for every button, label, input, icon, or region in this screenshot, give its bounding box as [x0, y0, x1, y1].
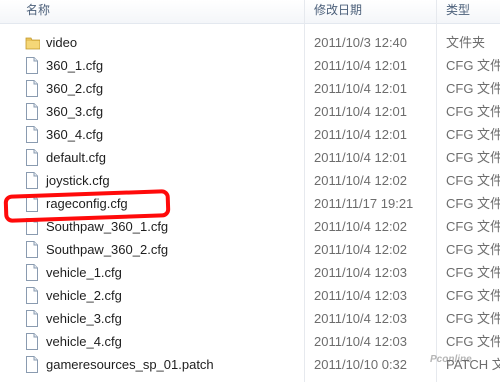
- file-row[interactable]: Southpaw_360_1.cfg 2011/10/4 12:02 CFG 文件: [0, 215, 500, 238]
- file-date-modified: 2011/10/4 12:01: [314, 150, 408, 165]
- column-header-date-modified[interactable]: 修改日期: [305, 0, 436, 23]
- file-date-modified: 2011/10/4 12:01: [314, 127, 408, 142]
- file-date-modified: 2011/10/4 12:02: [314, 173, 408, 188]
- file-name: vehicle_4.cfg: [46, 334, 122, 349]
- file-type: PATCH 文件: [446, 357, 500, 372]
- file-type: CFG 文件: [446, 173, 500, 188]
- file-type: CFG 文件: [446, 219, 500, 234]
- file-date-modified: 2011/10/4 12:02: [314, 219, 408, 234]
- file-name: rageconfig.cfg: [46, 196, 128, 211]
- file-row[interactable]: 360_2.cfg 2011/10/4 12:01 CFG 文件: [0, 77, 500, 100]
- file-date-modified: 2011/11/17 19:21: [314, 196, 414, 211]
- file-row[interactable]: vehicle_2.cfg 2011/10/4 12:03 CFG 文件: [0, 284, 500, 307]
- file-name: Southpaw_360_2.cfg: [46, 242, 169, 257]
- file-date-modified: 2011/10/4 12:01: [314, 58, 408, 73]
- file-date-modified: 2011/10/4 12:01: [314, 81, 408, 96]
- file-name: vehicle_3.cfg: [46, 311, 122, 326]
- file-name: vehicle_1.cfg: [46, 265, 122, 280]
- file-row[interactable]: vehicle_4.cfg 2011/10/4 12:03 CFG 文件: [0, 330, 500, 353]
- file-type: CFG 文件: [446, 242, 500, 257]
- file-row[interactable]: Southpaw_360_2.cfg 2011/10/4 12:02 CFG 文件: [0, 238, 500, 261]
- file-row[interactable]: joystick.cfg 2011/10/4 12:02 CFG 文件: [0, 169, 500, 192]
- file-name: 360_1.cfg: [46, 58, 104, 73]
- file-date-modified: 2011/10/4 12:02: [314, 242, 408, 257]
- file-type: 文件夹: [446, 35, 486, 50]
- file-name: video: [46, 35, 78, 50]
- file-date-modified: 2011/10/10 0:32: [314, 357, 408, 372]
- file-list: video 2011/10/3 12:40 文件夹 360_1.cfg 2011/10/…: [0, 31, 500, 376]
- file-date-modified: 2011/10/4 12:01: [314, 104, 408, 119]
- file-row[interactable]: video 2011/10/3 12:40 文件夹: [0, 31, 500, 54]
- file-date-modified: 2011/10/4 12:03: [314, 265, 408, 280]
- file-row[interactable]: 360_4.cfg 2011/10/4 12:01 CFG 文件: [0, 123, 500, 146]
- file-name: 360_3.cfg: [46, 104, 104, 119]
- file-type: CFG 文件: [446, 104, 500, 119]
- file-row[interactable]: 360_3.cfg 2011/10/4 12:01 CFG 文件: [0, 100, 500, 123]
- column-header-name[interactable]: 名称: [0, 0, 304, 23]
- file-row[interactable]: gameresources_sp_01.patch 2011/10/10 0:32…: [0, 353, 500, 376]
- file-date-modified: 2011/10/4 12:03: [314, 288, 408, 303]
- file-type: CFG 文件: [446, 288, 500, 303]
- file-date-modified: 2011/10/4 12:03: [314, 334, 408, 349]
- file-type: CFG 文件: [446, 334, 500, 349]
- file-type: CFG 文件: [446, 58, 500, 73]
- file-name: vehicle_2.cfg: [46, 288, 122, 303]
- file-name: 360_4.cfg: [46, 127, 104, 142]
- column-header-bar: 名称 修改日期 类型: [0, 0, 500, 24]
- file-row[interactable]: vehicle_1.cfg 2011/10/4 12:03 CFG 文件: [0, 261, 500, 284]
- file-row[interactable]: rageconfig.cfg 2011/11/17 19:21 CFG 文件: [0, 192, 500, 215]
- file-name: default.cfg: [46, 150, 106, 165]
- file-type: CFG 文件: [446, 127, 500, 142]
- column-header-type[interactable]: 类型: [437, 0, 500, 23]
- file-row[interactable]: default.cfg 2011/10/4 12:01 CFG 文件: [0, 146, 500, 169]
- file-name: joystick.cfg: [46, 173, 110, 188]
- file-type: CFG 文件: [446, 196, 500, 211]
- file-date-modified: 2011/10/3 12:40: [314, 35, 408, 50]
- file-date-modified: 2011/10/4 12:03: [314, 311, 408, 326]
- file-type: CFG 文件: [446, 81, 500, 96]
- file-name: gameresources_sp_01.patch: [46, 357, 214, 372]
- file-type: CFG 文件: [446, 265, 500, 280]
- file-row[interactable]: vehicle_3.cfg 2011/10/4 12:03 CFG 文件: [0, 307, 500, 330]
- file-type: CFG 文件: [446, 311, 500, 326]
- file-row[interactable]: 360_1.cfg 2011/10/4 12:01 CFG 文件: [0, 54, 500, 77]
- file-type: CFG 文件: [446, 150, 500, 165]
- file-name: 360_2.cfg: [46, 81, 104, 96]
- file-name: Southpaw_360_1.cfg: [46, 219, 169, 234]
